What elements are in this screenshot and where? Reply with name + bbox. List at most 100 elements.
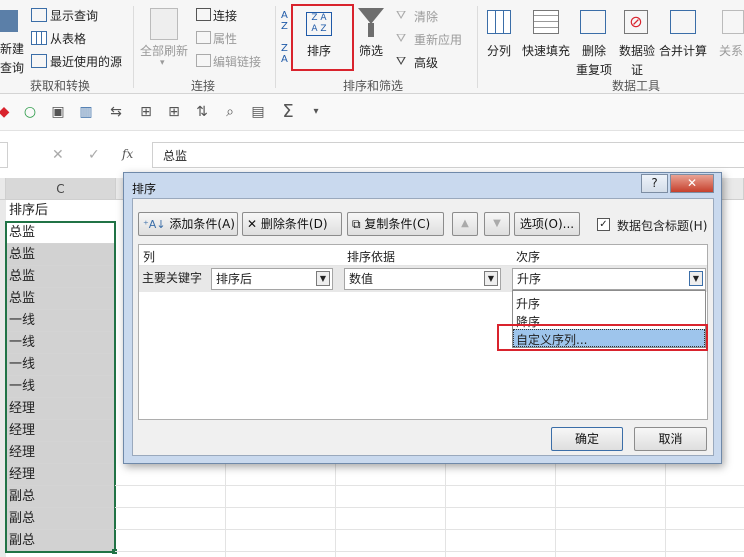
delete-icon: ✕ — [247, 217, 258, 231]
delete-level-button[interactable]: ✕ 删除条件(D) — [242, 212, 342, 236]
image-icon[interactable]: ▣ — [48, 102, 68, 122]
flash-fill-icon — [533, 10, 559, 34]
move-down-button[interactable]: ▼ — [484, 212, 510, 236]
relationships-button[interactable]: 关系 — [719, 42, 743, 59]
data-tools-group-label: 数据工具 — [612, 79, 661, 93]
edit-links-button[interactable]: 编辑链接 — [213, 53, 261, 70]
order-select[interactable]: 升序 ▼ — [512, 268, 706, 290]
recent-sources-icon — [31, 54, 47, 68]
text-to-columns-button[interactable]: 分列 — [487, 42, 511, 59]
data-validation-button[interactable]: 数据验 证 — [619, 42, 655, 78]
refresh-all-icon — [150, 8, 178, 40]
column-col-header: 列 — [143, 250, 156, 264]
filter-stem-icon — [368, 23, 374, 37]
primary-key-label: 主要关键字 — [142, 271, 203, 285]
help-button[interactable]: ? — [641, 174, 668, 193]
from-table-icon — [31, 31, 47, 45]
formula-input[interactable]: 总监 — [152, 142, 744, 168]
new-query-icon[interactable] — [0, 10, 18, 32]
consolidate-button[interactable]: 合并计算 — [659, 42, 707, 59]
column-select[interactable]: 排序后 ▼ — [211, 268, 333, 290]
data-validation-icon: ⊘ — [624, 10, 648, 34]
cancel-icon[interactable]: ✕ — [52, 147, 64, 163]
connections-icon — [196, 8, 211, 21]
order-col-header: 次序 — [516, 250, 541, 264]
circle-icon[interactable]: ○ — [20, 102, 40, 122]
connections-group-label: 连接 — [191, 79, 216, 93]
sort-highlight-box — [291, 4, 354, 71]
consolidate-icon — [670, 10, 696, 34]
refresh-all-button[interactable]: 全部刷新 — [140, 42, 188, 59]
clear-filter-icon: ⛛ — [396, 8, 407, 22]
chevron-down-icon[interactable]: ▼ — [316, 271, 330, 286]
show-query-button[interactable]: 显示查询 — [50, 7, 98, 24]
flash-fill-button[interactable]: 快速填充 — [522, 42, 570, 59]
add-level-button[interactable]: ⁺A↓ 添加条件(A) — [138, 212, 238, 236]
has-headers-checkbox[interactable]: ✓ — [597, 218, 610, 231]
sort-on-select[interactable]: 数值 ▼ — [344, 268, 501, 290]
border-icon[interactable]: ⊞ — [164, 102, 184, 122]
recent-sources-button[interactable]: 最近使用的源 — [50, 53, 122, 70]
validation-label-1: 数据验 — [619, 44, 656, 58]
new-query-label-1: 新建 — [0, 42, 25, 56]
properties-icon — [196, 31, 211, 44]
columns-icon[interactable]: ▥ — [76, 102, 96, 122]
selection-border — [5, 221, 116, 553]
clear-button[interactable]: 清除 — [414, 8, 438, 25]
add-level-icon: ⁺A↓ — [143, 218, 166, 231]
new-query-button[interactable]: 新建 查询 — [0, 40, 24, 76]
close-button[interactable]: ✕ — [670, 174, 714, 193]
remove-dup-label-1: 删除 — [582, 44, 607, 58]
quick-access-toolbar: ◆ ○ ▣ ▥ ⇆ ⊞ ⊞ ⇅ ⌕ ▤ Σ ▾ — [0, 94, 744, 131]
cell-c1[interactable]: 排序后 — [6, 200, 115, 222]
custom-list-highlight-box — [497, 324, 708, 351]
connections-button[interactable]: 连接 — [213, 7, 237, 24]
relationships-icon — [722, 10, 744, 34]
has-headers-label[interactable]: 数据包含标题(H) — [617, 217, 707, 234]
remove-dup-label-2: 重复项 — [576, 63, 613, 77]
filter-button[interactable]: 筛选 — [359, 42, 383, 59]
order-select-value: 升序 — [517, 272, 542, 286]
chevron-down-icon[interactable]: ▼ — [484, 271, 498, 286]
ok-button[interactable]: 确定 — [551, 427, 623, 451]
sort-filter-group-label: 排序和筛选 — [343, 79, 404, 93]
enter-icon[interactable]: ✓ — [88, 147, 100, 163]
macro-icon[interactable]: ▤ — [248, 102, 268, 122]
order-option-ascending[interactable]: 升序 — [516, 295, 540, 312]
chevron-down-icon[interactable]: ▼ — [689, 271, 703, 286]
column-select-value: 排序后 — [216, 272, 253, 286]
cancel-button[interactable]: 取消 — [634, 427, 707, 451]
copy-icon: ⧉ — [352, 217, 361, 231]
ribbon: 新建 查询 显示查询 从表格 最近使用的源 获取和转换 全部刷新 ▾ 连接 属性… — [0, 0, 744, 94]
edit-links-icon — [196, 54, 211, 67]
new-query-label-2: 查询 — [0, 61, 25, 75]
table-icon[interactable]: ⊞ — [136, 102, 156, 122]
copy-level-button[interactable]: ⧉ 复制条件(C) — [347, 212, 444, 236]
advanced-button[interactable]: 高级 — [414, 54, 438, 71]
add-level-label: 添加条件(A) — [169, 217, 235, 231]
insert-function-icon[interactable]: fx — [122, 147, 133, 161]
properties-button[interactable]: 属性 — [213, 30, 237, 47]
name-box[interactable] — [0, 142, 8, 168]
move-up-button[interactable]: ▲ — [452, 212, 478, 236]
column-header-c[interactable]: C — [6, 178, 116, 200]
from-table-button[interactable]: 从表格 — [50, 30, 86, 47]
red-shape-icon[interactable]: ◆ — [0, 102, 14, 122]
filter-icon — [358, 8, 384, 24]
reapply-button[interactable]: 重新应用 — [414, 31, 462, 48]
text-to-columns-icon — [487, 10, 511, 34]
options-button[interactable]: 选项(O)... — [514, 212, 580, 236]
arrange-icon[interactable]: ⇆ — [106, 102, 126, 122]
reapply-icon: ⛛ — [396, 31, 407, 45]
find-icon[interactable]: ⌕ — [220, 102, 240, 122]
customize-toolbar-icon[interactable]: ▾ — [306, 102, 326, 122]
get-transform-group-label: 获取和转换 — [30, 79, 91, 93]
dialog-title: 排序 — [132, 182, 157, 196]
remove-duplicates-button[interactable]: 删除 重复项 — [576, 42, 612, 78]
validation-label-2: 证 — [631, 63, 644, 77]
sort-on-col-header: 排序依据 — [347, 250, 396, 264]
sort-az-icon: AZZA — [281, 10, 288, 65]
sort-toolbar-icon[interactable]: ⇅ — [192, 102, 212, 122]
sum-icon[interactable]: Σ — [278, 102, 298, 122]
refresh-dropdown-icon[interactable]: ▾ — [160, 58, 165, 68]
